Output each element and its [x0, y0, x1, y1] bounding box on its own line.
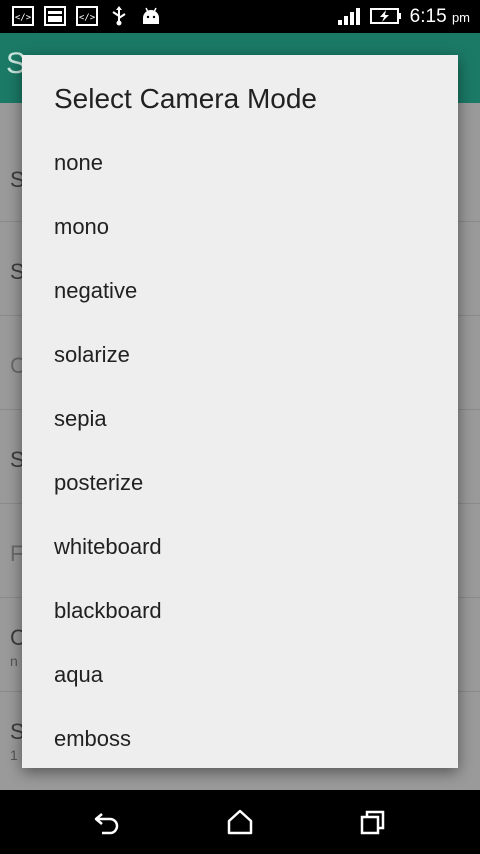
clock: 6:15 pm — [410, 6, 470, 28]
list-item-subtitle: n — [10, 653, 18, 669]
option-label: sepia — [54, 406, 107, 431]
option-label: none — [54, 150, 103, 175]
back-icon[interactable] — [92, 808, 122, 836]
camera-mode-dialog: Select Camera Mode none mono negative so… — [22, 55, 458, 768]
code-icon: </> — [76, 6, 98, 26]
list-item-subtitle: 1 — [10, 747, 18, 763]
image-icon — [44, 6, 66, 26]
home-icon[interactable] — [225, 808, 255, 836]
option-emboss[interactable]: emboss — [22, 707, 458, 768]
option-label: aqua — [54, 662, 103, 687]
option-aqua[interactable]: aqua — [22, 643, 458, 707]
option-blackboard[interactable]: blackboard — [22, 579, 458, 643]
battery-charging-icon — [370, 8, 401, 24]
option-sepia[interactable]: sepia — [22, 387, 458, 451]
option-whiteboard[interactable]: whiteboard — [22, 515, 458, 579]
option-negative[interactable]: negative — [22, 259, 458, 323]
option-mono[interactable]: mono — [22, 195, 458, 259]
code-icon: </> — [12, 6, 34, 26]
option-label: posterize — [54, 470, 144, 495]
navigation-bar — [0, 790, 480, 854]
option-none[interactable]: none — [22, 131, 458, 195]
option-label: blackboard — [54, 598, 162, 623]
option-posterize[interactable]: posterize — [22, 451, 458, 515]
option-label: negative — [54, 278, 138, 303]
usb-icon — [112, 6, 126, 26]
option-label: emboss — [54, 726, 132, 751]
dialog-title: Select Camera Mode — [54, 83, 318, 114]
svg-text:</>: </> — [15, 13, 32, 23]
signal-icon — [338, 8, 360, 25]
option-label: whiteboard — [54, 534, 162, 559]
android-icon — [143, 7, 159, 24]
clock-ampm: pm — [451, 10, 470, 25]
recents-icon[interactable] — [358, 808, 388, 836]
status-bar: </> </> 6:15 pm — [0, 0, 480, 33]
option-solarize[interactable]: solarize — [22, 323, 458, 387]
clock-time: 6:15 — [409, 6, 447, 27]
option-label: solarize — [54, 342, 130, 367]
option-label: mono — [54, 214, 110, 239]
svg-text:</>: </> — [79, 13, 96, 23]
